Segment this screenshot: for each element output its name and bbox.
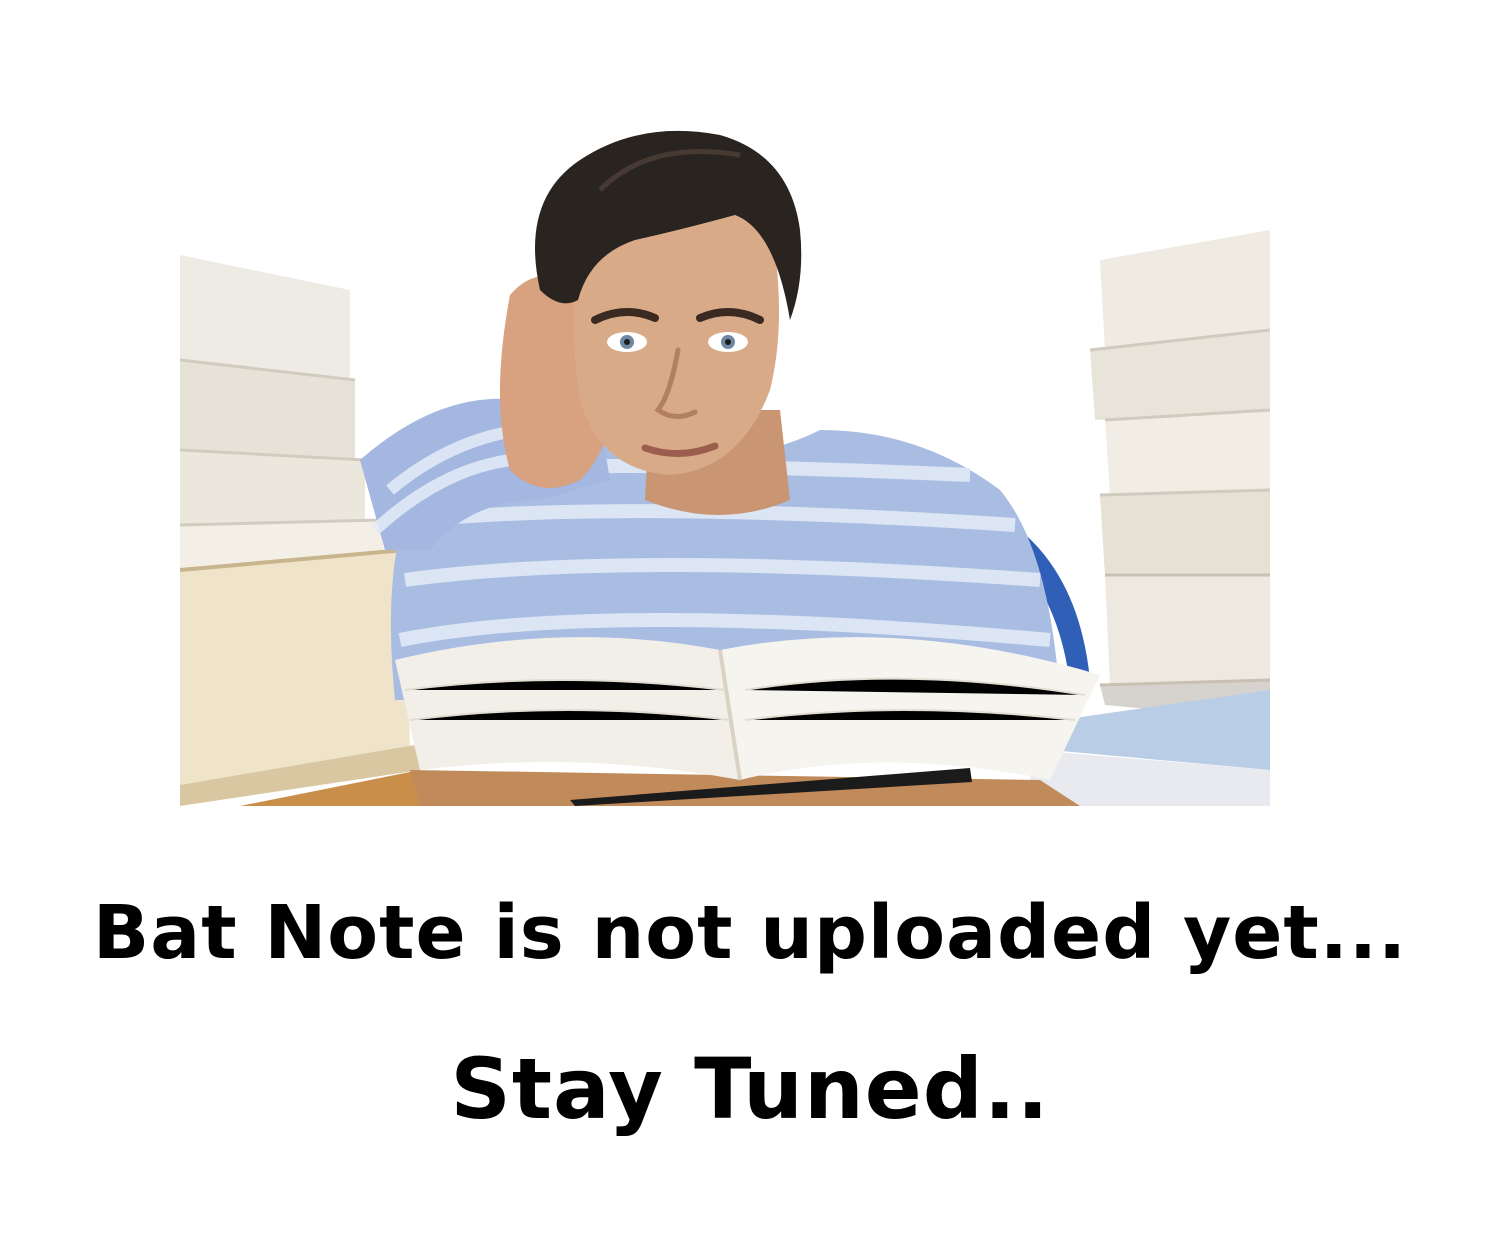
not-uploaded-message: Bat Note is not uploaded yet...	[92, 890, 1408, 976]
bored-student-illustration	[180, 80, 1270, 806]
stay-tuned-message: Stay Tuned..	[450, 1040, 1050, 1138]
illustration-photo	[180, 80, 1270, 806]
